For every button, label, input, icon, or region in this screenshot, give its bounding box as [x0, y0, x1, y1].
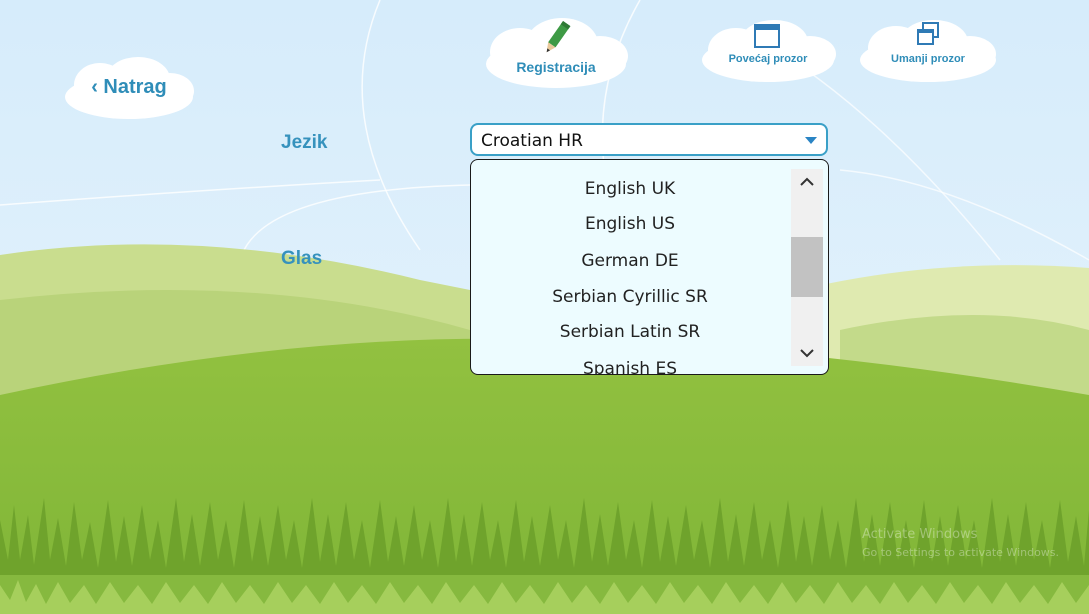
language-option-german-de[interactable]: German DE — [471, 251, 789, 271]
language-option-spanish-es[interactable]: Spanish ES — [471, 359, 789, 374]
app-window: ‹ Natrag Registracija Povećaj prozor Uma… — [0, 0, 1089, 614]
register-button[interactable]: Registracija — [480, 14, 632, 94]
language-options: English UK English US German DE Serbian … — [471, 160, 789, 374]
back-button[interactable]: ‹ Natrag — [60, 55, 198, 123]
scrollbar-thumb[interactable] — [791, 237, 823, 297]
language-label: Jezik — [281, 132, 328, 153]
chevron-up-icon[interactable] — [791, 169, 823, 195]
register-button-label: Registracija — [516, 59, 596, 75]
language-option-english-uk[interactable]: English UK — [471, 179, 789, 199]
restore-window-label: Umanji prozor — [891, 53, 965, 65]
restore-window-button[interactable]: Umanji prozor — [856, 16, 1000, 88]
voice-label: Glas — [281, 248, 323, 269]
language-select-value: Croatian HR — [481, 131, 583, 151]
chevron-down-icon[interactable] — [791, 340, 823, 366]
restore-window-icon — [917, 22, 939, 45]
watermark-title: Activate Windows — [862, 527, 978, 542]
dropdown-scrollbar[interactable] — [791, 169, 823, 366]
activate-windows-watermark: Activate Windows Go to Settings to activ… — [862, 526, 1059, 562]
chevron-down-icon[interactable] — [805, 137, 817, 144]
language-option-english-us[interactable]: English US — [471, 214, 789, 234]
language-option-serbian-cyrillic-sr[interactable]: Serbian Cyrillic SR — [471, 287, 789, 307]
pencil-icon — [546, 20, 571, 53]
back-button-label: ‹ Natrag — [91, 76, 167, 98]
language-option-serbian-latin-sr[interactable]: Serbian Latin SR — [471, 322, 789, 342]
maximize-window-label: Povećaj prozor — [728, 53, 808, 65]
maximize-window-icon — [754, 24, 780, 48]
maximize-window-button[interactable]: Povećaj prozor — [698, 18, 838, 88]
watermark-subtitle: Go to Settings to activate Windows. — [862, 546, 1060, 559]
language-dropdown-list[interactable]: English UK English US German DE Serbian … — [470, 159, 829, 375]
language-select[interactable]: Croatian HR — [470, 123, 828, 156]
